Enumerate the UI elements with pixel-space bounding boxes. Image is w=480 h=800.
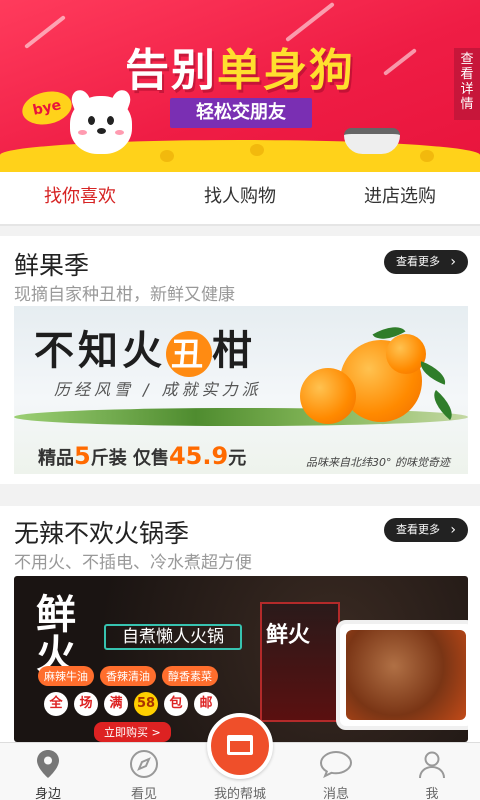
fruit-promo-image[interactable]: 不知火丑柑 历经风雪 / 成就实力派 精品5斤装 仅售45.9元 品味来自北纬3… — [14, 306, 468, 474]
hotpot-box: 鲜火 — [260, 602, 340, 722]
fruit-script: 品味来自北纬30° 的味觉奇迹 — [306, 456, 450, 469]
nav-label: 消息 — [322, 787, 349, 800]
tabs-divider — [0, 224, 480, 226]
price-mid: 斤装 仅售 — [90, 448, 169, 469]
view-details-tab[interactable]: 查看详情 — [454, 48, 480, 120]
hotpot-flavors: 麻辣牛油 香辣清油 醇香素菜 — [38, 666, 218, 686]
price-num: 5 — [74, 442, 91, 470]
banner-band — [0, 140, 480, 172]
store-icon — [207, 713, 273, 779]
nav-label: 我的帮城 — [213, 787, 266, 800]
view-more-button[interactable]: 查看更多 › — [384, 518, 468, 542]
paw-icon — [160, 150, 174, 162]
section-title: 无辣不欢火锅季 — [14, 519, 190, 548]
promo-char: 全 — [44, 692, 68, 716]
hotpot-sign: 自煮懒人火锅 — [104, 624, 242, 650]
nav-item-messages[interactable]: 消息 — [288, 743, 384, 800]
promo-char: 58 — [134, 692, 158, 716]
chevron-right-icon: › — [450, 254, 456, 270]
flavor-pill: 麻辣牛油 — [38, 666, 94, 686]
chat-bubble-icon — [319, 749, 353, 779]
banner-title: 告别单身狗 — [0, 34, 480, 98]
fruit-headline-pre: 不知火 — [34, 327, 166, 374]
promo-circles: 全 场 满 58 包 邮 — [44, 692, 218, 716]
view-more-button[interactable]: 查看更多 › — [384, 250, 468, 274]
banner-subtitle: 轻松交朋友 — [170, 98, 312, 128]
promo-char: 邮 — [194, 692, 218, 716]
nav-item-my-city[interactable]: 我的帮城 — [192, 713, 288, 800]
tab-shop-in-store[interactable]: 进店选购 — [320, 172, 480, 224]
hotpot-tray — [336, 620, 468, 730]
compass-icon — [127, 749, 161, 779]
chevron-right-icon: › — [450, 522, 456, 538]
fruit-slogan: 历经风雪 / 成就实力派 — [54, 380, 262, 399]
view-more-label: 查看更多 — [396, 255, 440, 268]
orange-icon — [300, 368, 356, 424]
nav-item-nearby[interactable]: 身边 — [0, 743, 96, 800]
flavor-pill: 香辣清油 — [100, 666, 156, 686]
paw-icon — [420, 150, 434, 162]
banner-title-part2: 单身狗 — [217, 45, 355, 96]
nav-label: 我 — [425, 787, 439, 800]
tab-find-likes[interactable]: 找你喜欢 — [0, 172, 160, 226]
promo-banner[interactable]: 告别单身狗 轻松交朋友 bye 查看详情 — [0, 0, 480, 172]
section-description: 现摘自家种丑柑，新鲜又健康 — [14, 285, 235, 305]
nav-label: 身边 — [34, 787, 61, 800]
box-text: 鲜火 — [266, 623, 311, 648]
fruit-headline: 不知火丑柑 — [34, 318, 256, 377]
section-description: 不用火、不插电、冷水煮超方便 — [14, 553, 252, 573]
price-pre: 精品 — [38, 448, 74, 469]
location-pin-icon — [31, 749, 65, 779]
bottom-nav: 身边 看见 我的帮城 消息 我 — [0, 713, 480, 800]
dog-icon — [68, 87, 134, 154]
nav-label: 看见 — [130, 787, 157, 800]
fruit-price: 精品5斤装 仅售45.9元 — [38, 442, 246, 470]
section-title: 鲜果季 — [14, 251, 90, 280]
price-value: 45.9 — [168, 442, 229, 470]
bowl-icon — [344, 128, 400, 154]
buy-now-button[interactable]: 立即购买 > — [94, 722, 171, 742]
paw-icon — [250, 144, 264, 156]
flavor-pill: 醇香素菜 — [162, 666, 218, 686]
category-tabs: 找你喜欢 找人购物 进店选购 — [0, 172, 480, 226]
nav-item-me[interactable]: 我 — [384, 743, 480, 800]
banner-title-part1: 告别 — [125, 45, 217, 96]
fruit-headline-circle: 丑 — [166, 331, 212, 377]
price-unit: 元 — [228, 448, 247, 469]
tab-find-people-shopping[interactable]: 找人购物 — [160, 172, 320, 224]
promo-char: 场 — [74, 692, 98, 716]
promo-char: 满 — [104, 692, 128, 716]
view-more-label: 查看更多 — [396, 523, 440, 536]
app-screen: 告别单身狗 轻松交朋友 bye 查看详情 找你喜欢 找人购物 进店选购 鲜果季 … — [0, 0, 480, 800]
promo-char: 包 — [164, 692, 188, 716]
user-icon — [415, 749, 449, 779]
orange-icon — [386, 334, 426, 374]
fruit-headline-post: 柑 — [212, 327, 256, 374]
nav-item-discover[interactable]: 看见 — [96, 743, 192, 800]
